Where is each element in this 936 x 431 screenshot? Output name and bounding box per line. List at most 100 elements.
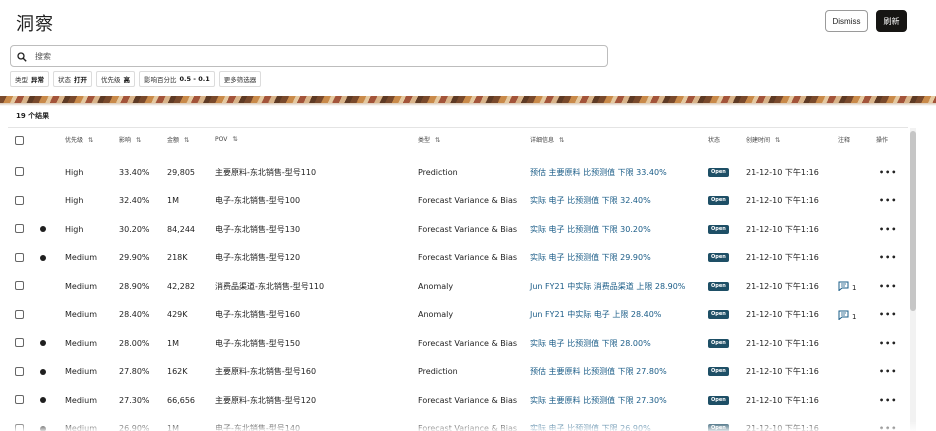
cell-amount: 1M (167, 338, 179, 348)
cell-details-link[interactable]: Jun FY21 中实际 电子 上限 28.40% (530, 301, 661, 329)
row-checkbox[interactable] (15, 224, 24, 233)
more-actions-icon[interactable]: ••• (879, 187, 897, 215)
row-checkbox[interactable] (15, 395, 24, 404)
more-actions-icon[interactable]: ••• (879, 158, 897, 186)
cell-amount: 84,244 (167, 224, 195, 234)
table-row[interactable]: Medium 29.90% 218K 电子-东北销售-型号120 Forecast Va… (8, 244, 908, 272)
sort-icon: ⇅ (559, 135, 565, 144)
column-header-impact[interactable]: 影响 ⇅ (119, 135, 142, 145)
row-checkbox[interactable] (15, 423, 24, 431)
refresh-button[interactable]: 刷新 (876, 10, 907, 32)
table-row[interactable]: Medium 27.80% 162K 主要原料-东北销售-型号160 Predictio… (8, 358, 908, 386)
more-actions-icon[interactable]: ••• (879, 244, 897, 272)
cell-priority: High (65, 224, 84, 234)
cell-details-link[interactable]: 预估 主要原料 比预测值 下限 27.80% (530, 358, 667, 386)
more-actions-icon[interactable]: ••• (879, 358, 897, 386)
row-checkbox[interactable] (15, 252, 24, 262)
row-checkbox[interactable] (15, 281, 24, 290)
dismiss-button[interactable]: Dismiss (825, 10, 868, 32)
row-checkbox[interactable] (15, 309, 24, 319)
cell-status: Open (708, 272, 729, 300)
cell-details-link[interactable]: 实际 电子 比预测值 下限 29.90% (530, 244, 651, 272)
status-badge: Open (708, 395, 729, 405)
cell-details-link[interactable]: 实际 电子 比预测值 下限 28.00% (530, 329, 651, 357)
column-header-details[interactable]: 详细信息 ⇅ (530, 135, 565, 145)
sort-icon: ⇅ (88, 135, 94, 144)
results-count: 19 个结果 (16, 112, 50, 120)
cell-priority: Medium (65, 338, 97, 348)
unread-indicator (40, 254, 46, 261)
cell-amount: 66,656 (167, 395, 195, 405)
table-row[interactable]: Medium 28.00% 1M 电子-东北销售-型号150 Forecast Vari… (8, 329, 908, 357)
filter-chip-priority[interactable]: 优先级高 (96, 71, 135, 87)
cell-details-link[interactable]: 实际 电子 比预测值 下限 30.20% (530, 215, 651, 243)
row-checkbox[interactable] (15, 366, 24, 376)
cell-priority: Medium (65, 253, 97, 262)
filter-chip-impact[interactable]: 影响百分比 0.5 - 0.1 (139, 71, 215, 87)
select-all-checkbox[interactable] (15, 136, 24, 145)
cell-details-link[interactable]: 实际 电子 比预测值 下限 26.90% (530, 415, 651, 431)
more-filters-button[interactable]: 更多筛选器 (218, 71, 262, 87)
table-row[interactable]: High 30.20% 84,244 电子-东北销售-型号130 Forecast Va… (8, 215, 908, 243)
filter-chip-status[interactable]: 状态 打开 (53, 71, 92, 87)
more-actions-icon[interactable]: ••• (879, 386, 897, 414)
cell-created: 21-12-10 下午1:16 (746, 224, 819, 234)
table-row[interactable]: Medium 28.90% 42,282 消费品渠道-东北销售-型号110 Anomal… (8, 272, 908, 300)
column-header-pov[interactable]: POV ⇅ (215, 135, 238, 143)
cell-priority: Medium (65, 424, 97, 431)
cell-details-link[interactable]: 实际 主要原料 比预测值 下限 27.30% (530, 386, 667, 414)
more-actions-icon[interactable]: ••• (879, 301, 897, 329)
column-header-amount[interactable]: 金额 ⇅ (167, 135, 190, 145)
cell-details-link[interactable]: Jun FY21 中实际 消费品渠道 上限 28.90% (530, 272, 685, 300)
sort-icon: ⇅ (136, 135, 142, 144)
row-checkbox[interactable] (15, 338, 24, 347)
status-badge: Open (708, 196, 729, 205)
table-row[interactable]: High 33.40% 29,805 主要原料-东北销售-型号110 Predictio… (8, 158, 908, 186)
comments-button[interactable]: 1 (838, 272, 856, 300)
status-badge: Open (708, 167, 729, 177)
cell-details-link[interactable]: 实际 电子 比预测值 下限 32.40% (530, 187, 651, 215)
search-input[interactable] (35, 51, 575, 61)
table-row[interactable]: Medium 26.90% 1M 电子-东北销售-型号140 Forecast Vari… (8, 415, 908, 431)
filter-chip-type[interactable]: 类型 异常 (10, 71, 49, 87)
cell-priority: High (65, 196, 84, 205)
cell-impact: 28.40% (119, 310, 150, 319)
status-badge: Open (708, 224, 729, 234)
cell-pov: 主要原料-东北销售-型号160 (215, 367, 317, 376)
cell-type: Anomaly (418, 310, 454, 319)
cell-amount: 429K (167, 310, 188, 319)
cell-amount: 29,805 (167, 167, 195, 177)
cell-created: 21-12-10 下午1:16 (746, 367, 819, 376)
table-row[interactable]: Medium 27.30% 66,656 主要原料-东北销售-型号120 Forecas… (8, 386, 908, 414)
scrollbar-thumb[interactable] (910, 131, 916, 311)
status-badge: Open (708, 338, 729, 348)
cell-priority: Medium (65, 367, 97, 376)
cell-type: Forecast Variance & Bias (418, 253, 518, 262)
more-actions-icon[interactable]: ••• (879, 272, 897, 300)
search-icon (17, 47, 27, 66)
decorative-banner (0, 96, 936, 103)
cell-impact: 28.00% (119, 338, 150, 348)
column-header-priority[interactable]: 优先级 ⇅ (65, 135, 94, 145)
status-badge: Open (708, 310, 729, 319)
cell-impact: 26.90% (119, 424, 150, 431)
more-actions-icon[interactable]: ••• (879, 329, 897, 357)
cell-pov: 消费品渠道-东北销售-型号110 (215, 281, 325, 291)
table-row[interactable]: Medium 28.40% 429K 电子-东北销售-型号160 Anomaly Jun … (8, 301, 908, 329)
column-header-type[interactable]: 类型 ⇅ (418, 135, 441, 145)
cell-type: Forecast Variance & Bias (418, 395, 518, 405)
cell-created: 21-12-10 下午1:16 (746, 253, 819, 262)
sort-icon: ⇅ (775, 135, 781, 144)
column-header-created[interactable]: 创建时间 ⇅ (746, 135, 781, 145)
row-checkbox[interactable] (15, 167, 24, 176)
status-badge: Open (708, 424, 729, 431)
table-row[interactable]: High 32.40% 1M 电子-东北销售-型号100 Forecast Varian… (8, 187, 908, 215)
page-title: 洞察 (16, 14, 54, 35)
cell-details-link[interactable]: 预估 主要原料 比预测值 下限 33.40% (530, 158, 667, 186)
row-checkbox[interactable] (15, 195, 24, 205)
more-actions-icon[interactable]: ••• (879, 415, 897, 431)
more-actions-icon[interactable]: ••• (879, 215, 897, 243)
search-bar[interactable] (10, 45, 608, 67)
comments-button[interactable]: 1 (838, 301, 856, 329)
cell-amount: 42,282 (167, 281, 195, 291)
